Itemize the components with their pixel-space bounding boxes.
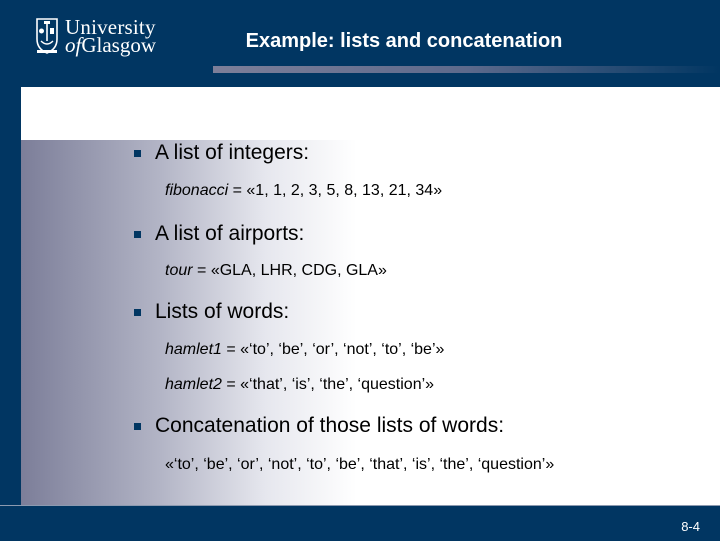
logo-line-2-rest: Glasgow: [81, 33, 157, 57]
university-logo: University ofGlasgow: [35, 17, 157, 57]
code-line: fibonacci = «1, 1, 2, 3, 5, 8, 13, 21, 3…: [165, 182, 442, 200]
list-value: «1, 1, 2, 3, 5, 8, 13, 21, 34»: [246, 182, 443, 199]
bullet-item: A list of airports:: [134, 222, 304, 246]
list-value: «‘that’, ‘is’, ‘the’, ‘question’»: [240, 376, 435, 393]
bullet-square-icon: [134, 422, 141, 430]
variable-name: hamlet2: [165, 376, 222, 393]
bullet-label: A list of airports:: [155, 222, 305, 245]
list-value: «‘to’, ‘be’, ‘or’, ‘not’, ‘to’, ‘be’»: [240, 341, 445, 358]
bullet-label: Lists of words:: [155, 300, 290, 323]
equals-sign: =: [221, 341, 241, 358]
slide-header: University ofGlasgow Example: lists and …: [0, 0, 720, 87]
bullet-item: A list of integers:: [134, 141, 309, 165]
logo-line-2: ofGlasgow: [65, 33, 157, 57]
logo-wordmark: University ofGlasgow: [65, 17, 157, 57]
bullet-label: A list of integers:: [155, 141, 310, 164]
bullet-square-icon: [134, 230, 141, 238]
slide-title: Example: lists and concatenation: [245, 30, 563, 52]
slide-footer: 8-4: [0, 505, 720, 541]
variable-name: hamlet1: [165, 341, 222, 358]
variable-name: tour: [165, 262, 193, 279]
code-line: «‘to’, ‘be’, ‘or’, ‘not’, ‘to’, ‘be’, ‘t…: [165, 456, 554, 474]
bullet-item: Concatenation of those lists of words:: [134, 414, 504, 438]
bullet-square-icon: [134, 308, 141, 316]
equals-sign: =: [228, 182, 247, 199]
equals-sign: =: [221, 376, 241, 393]
variable-name: fibonacci: [165, 182, 229, 199]
bullet-square-icon: [134, 149, 141, 157]
code-line: hamlet1 = «‘to’, ‘be’, ‘or’, ‘not’, ‘to’…: [165, 341, 444, 359]
equals-sign: =: [192, 262, 211, 279]
code-line: tour = «GLA, LHR, CDG, GLA»: [165, 262, 387, 280]
list-value: «‘to’, ‘be’, ‘or’, ‘not’, ‘to’, ‘be’, ‘t…: [165, 456, 555, 473]
bullet-label: Concatenation of those lists of words:: [155, 414, 505, 437]
university-crest-icon: [36, 18, 58, 54]
list-value: «GLA, LHR, CDG, GLA»: [210, 262, 387, 279]
title-underline-rule: [213, 66, 720, 73]
code-line: hamlet2 = «‘that’, ‘is’, ‘the’, ‘questio…: [165, 376, 434, 394]
page-number: 8-4: [681, 519, 700, 534]
bullet-item: Lists of words:: [134, 300, 289, 324]
logo-line-2-prefix: of: [65, 33, 82, 57]
